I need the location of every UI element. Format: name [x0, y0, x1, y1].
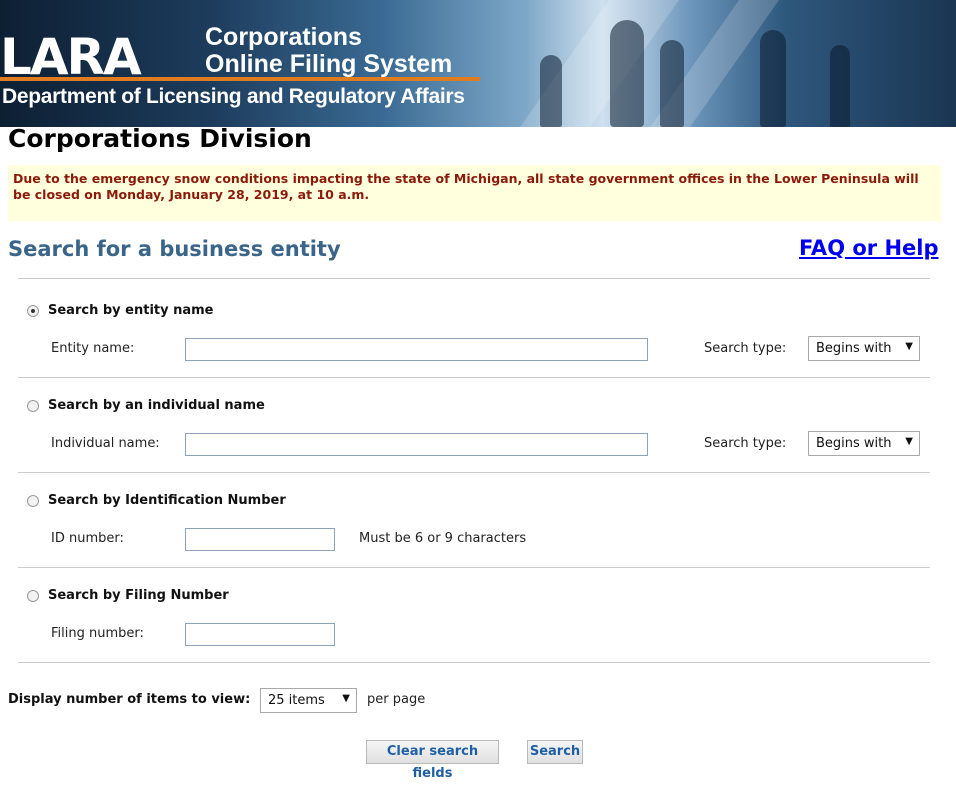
filing-number-radio[interactable]	[27, 590, 39, 602]
faq-help-link[interactable]: FAQ or Help	[799, 236, 939, 260]
department-name: Department of Licensing and Regulatory A…	[2, 85, 465, 108]
banner-figure	[540, 55, 562, 127]
section-divider	[18, 662, 930, 663]
banner-figure	[760, 30, 786, 127]
entity-name-input[interactable]	[185, 338, 648, 361]
system-title-line2: Online Filing System	[205, 50, 453, 78]
banner-figure	[610, 20, 644, 127]
dropdown-arrow-icon: ▼	[905, 341, 913, 352]
id-number-input[interactable]	[185, 528, 335, 551]
section-divider	[18, 377, 930, 378]
entity-search-type-select[interactable]: Begins with ▼	[808, 336, 920, 361]
section-divider	[18, 472, 930, 473]
emergency-notice: Due to the emergency snow conditions imp…	[8, 165, 941, 221]
individual-name-radio[interactable]	[27, 400, 39, 412]
banner-light-streak	[503, 0, 687, 127]
entity-search-type-label: Search type:	[704, 341, 787, 356]
id-number-label: ID number:	[51, 531, 124, 546]
id-number-radio[interactable]	[27, 495, 39, 507]
lara-logo: LARA	[0, 28, 142, 86]
dropdown-arrow-icon: ▼	[905, 436, 913, 447]
items-per-page-value: 25 items	[268, 693, 325, 708]
banner-figure	[660, 40, 684, 127]
header-banner: LARA Corporations Online Filing System D…	[0, 0, 956, 127]
items-per-page-select[interactable]: 25 items ▼	[260, 688, 357, 713]
section-divider	[18, 278, 930, 279]
system-title: Corporations Online Filing System	[205, 24, 452, 78]
individual-name-label: Individual name:	[51, 436, 160, 451]
search-heading: Search for a business entity	[8, 237, 341, 261]
entity-name-section-title: Search by entity name	[48, 303, 214, 318]
clear-search-fields-button[interactable]: Clear search fields	[366, 740, 499, 781]
entity-name-radio[interactable]	[27, 305, 39, 317]
system-title-line1: Corporations	[205, 23, 362, 51]
individual-search-type-select[interactable]: Begins with ▼	[808, 431, 920, 456]
page-title: Corporations Division	[8, 124, 312, 153]
per-page-text: per page	[367, 692, 426, 707]
search-button[interactable]: Search	[527, 740, 583, 764]
filing-number-input[interactable]	[185, 623, 335, 646]
individual-name-input[interactable]	[185, 433, 648, 456]
individual-search-type-label: Search type:	[704, 436, 787, 451]
individual-search-type-value: Begins with	[816, 436, 892, 451]
filing-number-section-title: Search by Filing Number	[48, 588, 229, 603]
id-number-hint: Must be 6 or 9 characters	[359, 531, 527, 546]
entity-name-label: Entity name:	[51, 341, 135, 356]
id-number-section-title: Search by Identification Number	[48, 493, 286, 508]
filing-number-label: Filing number:	[51, 626, 144, 641]
dropdown-arrow-icon: ▼	[342, 693, 350, 704]
banner-figure	[830, 45, 850, 127]
section-divider	[18, 567, 930, 568]
entity-search-type-value: Begins with	[816, 341, 892, 356]
items-per-page-label: Display number of items to view:	[8, 692, 251, 707]
individual-name-section-title: Search by an individual name	[48, 398, 265, 413]
